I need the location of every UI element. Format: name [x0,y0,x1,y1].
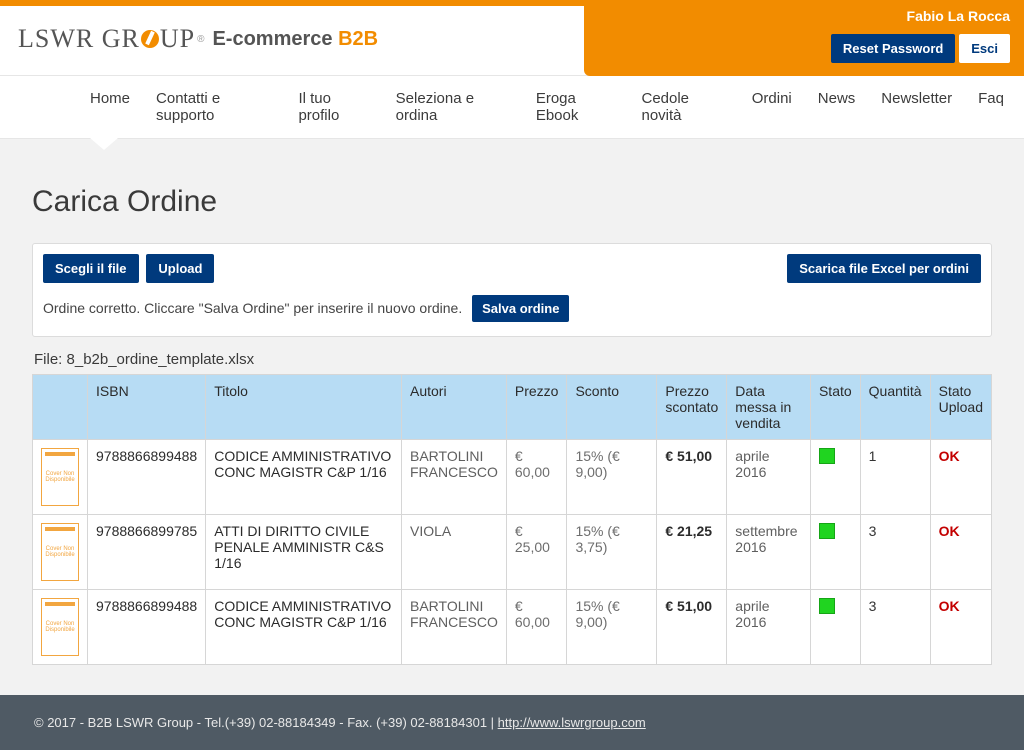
cell-qty: 3 [860,515,930,590]
footer-link[interactable]: http://www.lswrgroup.com [498,715,646,730]
cover-text: Cover Non Disponibile [42,471,78,483]
cell-state [810,440,860,515]
cell-date: aprile 2016 [727,590,811,665]
table-row: Cover Non Disponibile 9788866899785ATTI D… [33,515,992,590]
upload-panel: Scegli il file Upload Scarica file Excel… [32,243,992,337]
cell-price: € 25,00 [506,515,567,590]
col-state: Stato [810,375,860,440]
status-ok-icon [819,523,835,539]
brand-sub-1: E-commerce [212,28,338,50]
cell-author: BARTOLINI FRANCESCO [402,440,507,515]
cell-price: € 60,00 [506,440,567,515]
cell-cover: Cover Non Disponibile [33,515,88,590]
choose-file-button[interactable]: Scegli il file [43,254,139,283]
cover-text: Cover Non Disponibile [42,621,78,633]
cell-cover: Cover Non Disponibile [33,590,88,665]
brand-logo: LSWR GR UP [18,24,195,54]
status-message: Ordine corretto. Cliccare "Salva Ordine"… [43,300,462,316]
reset-password-button[interactable]: Reset Password [831,34,955,63]
status-message-row: Ordine corretto. Cliccare "Salva Ordine"… [43,295,981,322]
status-ok-icon [819,598,835,614]
download-excel-button[interactable]: Scarica file Excel per ordini [787,254,981,283]
main-nav: Home Contatti e supporto Il tuo profilo Sel… [0,76,1024,139]
cell-title: CODICE AMMINISTRATIVO CONC MAGISTR C&P 1… [206,440,402,515]
cover-text: Cover Non Disponibile [42,546,78,558]
table-row: Cover Non Disponibile 9788866899488CODICE… [33,590,992,665]
upload-button[interactable]: Upload [146,254,214,283]
col-date: Data messa in vendita [727,375,811,440]
brand-text-2: UP [160,24,195,53]
col-dprice: Prezzo scontato [657,375,727,440]
cell-title: CODICE AMMINISTRATIVO CONC MAGISTR C&P 1… [206,590,402,665]
user-name: Fabio La Rocca [598,8,1010,24]
cell-state [810,590,860,665]
col-isbn: ISBN [88,375,206,440]
cell-upload-status: OK [930,515,991,590]
nav-item-faq[interactable]: Faq [978,90,1004,124]
cell-date: settembre 2016 [727,515,811,590]
nav-item-home[interactable]: Home [90,90,130,124]
cell-title: ATTI DI DIRITTO CIVILE PENALE AMMINISTR … [206,515,402,590]
cell-discount: 15% (€ 3,75) [567,515,657,590]
cell-author: VIOLA [402,515,507,590]
logout-button[interactable]: Esci [959,34,1010,63]
nav-item-cedole-novit-[interactable]: Cedole novità [641,90,725,124]
nav-item-contatti-e-supporto[interactable]: Contatti e supporto [156,90,272,124]
cell-author: BARTOLINI FRANCESCO [402,590,507,665]
cell-dprice: € 51,00 [657,440,727,515]
cell-upload-status: OK [930,440,991,515]
cell-price: € 60,00 [506,590,567,665]
nav-item-eroga-ebook[interactable]: Eroga Ebook [536,90,616,124]
cell-cover: Cover Non Disponibile [33,440,88,515]
footer: © 2017 - B2B LSWR Group - Tel.(+39) 02-8… [0,695,1024,750]
save-order-button[interactable]: Salva ordine [472,295,569,322]
status-ok-icon [819,448,835,464]
nav-item-seleziona-e-ordina[interactable]: Seleziona e ordina [396,90,510,124]
col-cover [33,375,88,440]
nav-item-newsletter[interactable]: Newsletter [881,90,952,124]
col-title: Titolo [206,375,402,440]
logo-o-icon [141,30,159,48]
cell-isbn: 9788866899488 [88,440,206,515]
order-table: ISBN Titolo Autori Prezzo Sconto Prezzo … [32,374,992,665]
cell-dprice: € 51,00 [657,590,727,665]
cover-thumbnail: Cover Non Disponibile [41,598,79,656]
col-price: Prezzo [506,375,567,440]
brand-text-1: LSWR GR [18,24,140,53]
cell-isbn: 9788866899785 [88,515,206,590]
col-qty: Quantità [860,375,930,440]
cell-dprice: € 21,25 [657,515,727,590]
brand-subtitle: E-commerce B2B [212,28,378,51]
col-author: Autori [402,375,507,440]
cover-thumbnail: Cover Non Disponibile [41,523,79,581]
table-row: Cover Non Disponibile 9788866899488CODICE… [33,440,992,515]
brand-sub-2: B2B [338,28,378,50]
cell-discount: 15% (€ 9,00) [567,440,657,515]
nav-item-ordini[interactable]: Ordini [752,90,792,124]
registered-mark: ® [197,34,204,45]
cell-discount: 15% (€ 9,00) [567,590,657,665]
cell-qty: 1 [860,440,930,515]
file-label: File: 8_b2b_ordine_template.xlsx [34,351,992,368]
col-upload: Stato Upload [930,375,991,440]
nav-item-news[interactable]: News [818,90,856,124]
col-discount: Sconto [567,375,657,440]
cell-date: aprile 2016 [727,440,811,515]
nav-notch-icon [90,138,118,150]
page-title: Carica Ordine [32,185,992,219]
nav-item-il-tuo-profilo[interactable]: Il tuo profilo [298,90,369,124]
footer-text: © 2017 - B2B LSWR Group - Tel.(+39) 02-8… [34,715,498,730]
cell-upload-status: OK [930,590,991,665]
cell-qty: 3 [860,590,930,665]
header: LSWR GR UP ® E-commerce B2B Fabio La Rocc… [0,6,1024,76]
cell-state [810,515,860,590]
cover-thumbnail: Cover Non Disponibile [41,448,79,506]
user-panel: Fabio La Rocca Reset Password Esci [584,0,1024,76]
cell-isbn: 9788866899488 [88,590,206,665]
